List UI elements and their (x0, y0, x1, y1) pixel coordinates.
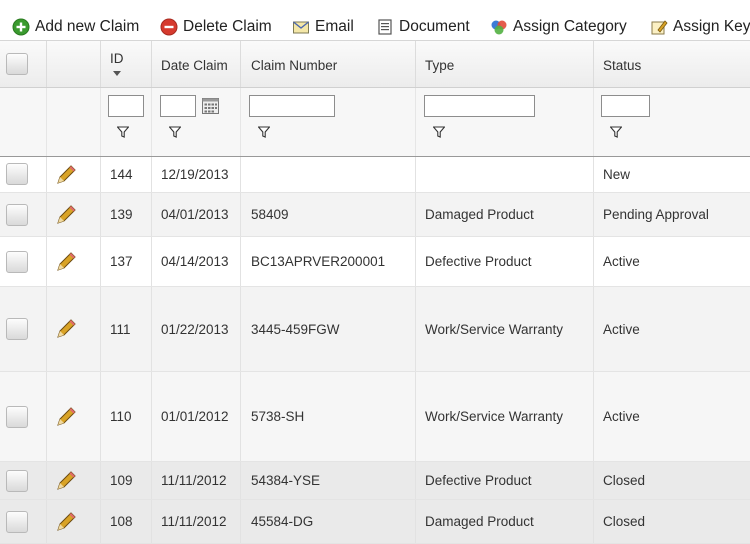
cell-status: Closed (603, 473, 646, 488)
document-button[interactable]: Document (376, 16, 470, 38)
filter-icon[interactable] (117, 126, 129, 138)
table-row[interactable]: 109 11/11/2012 54384-YSE Defective Produ… (0, 462, 750, 500)
category-icon (491, 20, 507, 35)
table-row[interactable]: 108 11/11/2012 45584-DG Damaged Product … (0, 500, 750, 544)
cell-id: 137 (110, 254, 133, 269)
cell-date: 11/11/2012 (161, 514, 227, 529)
add-icon (12, 18, 30, 36)
cell-id: 108 (110, 514, 133, 529)
email-label: Email (315, 18, 354, 35)
id-filter-input[interactable] (108, 95, 144, 117)
row-checkbox[interactable] (6, 163, 28, 185)
cell-date: 12/19/2013 (161, 167, 229, 182)
date-filter-input[interactable] (160, 95, 196, 117)
keyword-icon (651, 20, 668, 35)
cell-status: Active (603, 409, 640, 424)
assign-category-button[interactable]: Assign Category (490, 16, 627, 38)
cell-date: 11/11/2012 (161, 473, 227, 488)
row-checkbox[interactable] (6, 511, 28, 533)
cell-claim-number: 54384-YSE (251, 473, 321, 488)
row-checkbox[interactable] (6, 318, 28, 340)
row-checkbox[interactable] (6, 251, 28, 273)
table-row[interactable]: 139 04/01/2013 58409 Damaged Product Pen… (0, 193, 750, 237)
cell-type: Damaged Product (425, 207, 534, 222)
status-filter-input[interactable] (601, 95, 650, 117)
cell-status: New (603, 167, 631, 182)
table-row[interactable]: 137 04/14/2013 BC13APRVER200001 Defectiv… (0, 237, 750, 287)
cell-status: Pending Approval (603, 207, 709, 222)
column-header-type[interactable]: Type (425, 58, 454, 73)
cell-id: 139 (110, 207, 133, 222)
pencil-edit-icon[interactable] (55, 406, 77, 428)
filter-icon[interactable] (610, 126, 622, 138)
cell-date: 01/22/2013 (161, 321, 229, 337)
cell-status: Active (603, 321, 640, 337)
column-header-date-claim[interactable]: Date Claim (161, 58, 228, 73)
cell-claim-number: 45584-DG (251, 514, 314, 529)
pencil-edit-icon[interactable] (55, 511, 77, 533)
column-header-claim-number[interactable]: Claim Number (251, 58, 337, 73)
claim-number-filter-input[interactable] (249, 95, 335, 117)
delete-claim-label: Delete Claim (183, 18, 272, 35)
add-new-claim-button[interactable]: Add new Claim (12, 16, 139, 38)
cell-id: 110 (110, 409, 132, 424)
cell-status: Active (603, 254, 640, 269)
cell-type: Damaged Product (425, 514, 534, 529)
cell-id: 144 (110, 167, 133, 182)
cell-status: Closed (603, 514, 646, 529)
add-new-claim-label: Add new Claim (35, 18, 140, 35)
column-header-status[interactable]: Status (603, 58, 641, 73)
document-label: Document (399, 18, 470, 35)
table-row[interactable]: 144 12/19/2013 New (0, 157, 750, 193)
cell-claim-number: 3445-459FGW (251, 321, 340, 337)
calendar-icon[interactable] (202, 98, 219, 114)
pencil-edit-icon[interactable] (55, 318, 77, 340)
cell-id: 111 (110, 321, 131, 337)
pencil-edit-icon[interactable] (55, 204, 77, 226)
cell-date: 04/01/2013 (161, 207, 229, 222)
type-filter-input[interactable] (424, 95, 535, 117)
row-checkbox[interactable] (6, 204, 28, 226)
grid-header: ID Date Claim Claim Number Type Status (0, 40, 750, 88)
email-button[interactable]: Email (292, 16, 354, 38)
table-row[interactable]: 111 01/22/2013 3445-459FGW Work/Service … (0, 287, 750, 372)
cell-claim-number: BC13APRVER200001 (251, 254, 386, 269)
filter-icon[interactable] (169, 126, 181, 138)
cell-date: 01/01/2012 (161, 409, 229, 424)
delete-claim-button[interactable]: Delete Claim (160, 16, 272, 38)
document-icon (378, 19, 392, 35)
assign-keyword-label: Assign Keyw (673, 18, 750, 35)
cell-type: Defective Product (425, 254, 532, 269)
row-checkbox[interactable] (6, 470, 28, 492)
filter-icon[interactable] (258, 126, 270, 138)
cell-type: Work/Service Warranty (425, 409, 564, 424)
cell-type: Work/Service Warranty (425, 321, 564, 337)
row-checkbox[interactable] (6, 406, 28, 428)
table-row[interactable]: 110 01/01/2012 5738-SH Work/Service Warr… (0, 372, 750, 462)
pencil-edit-icon[interactable] (55, 164, 77, 186)
cell-id: 109 (110, 473, 133, 488)
cell-claim-number: 5738-SH (251, 409, 305, 424)
assign-keyword-button[interactable]: Assign Keyw (650, 16, 750, 38)
assign-category-label: Assign Category (513, 18, 627, 35)
cell-date: 04/14/2013 (161, 254, 229, 269)
cell-claim-number: 58409 (251, 207, 289, 222)
filter-row (0, 88, 750, 157)
claims-grid: ID Date Claim Claim Number Type Status 1… (0, 40, 750, 544)
pencil-edit-icon[interactable] (55, 251, 77, 273)
select-all-checkbox[interactable] (6, 53, 28, 75)
filter-icon[interactable] (433, 126, 445, 138)
cell-type: Defective Product (425, 473, 532, 488)
column-header-id[interactable]: ID (110, 51, 124, 66)
pencil-edit-icon[interactable] (55, 470, 77, 492)
sort-desc-icon[interactable] (113, 71, 121, 76)
email-icon (293, 21, 309, 34)
delete-icon (160, 18, 178, 36)
